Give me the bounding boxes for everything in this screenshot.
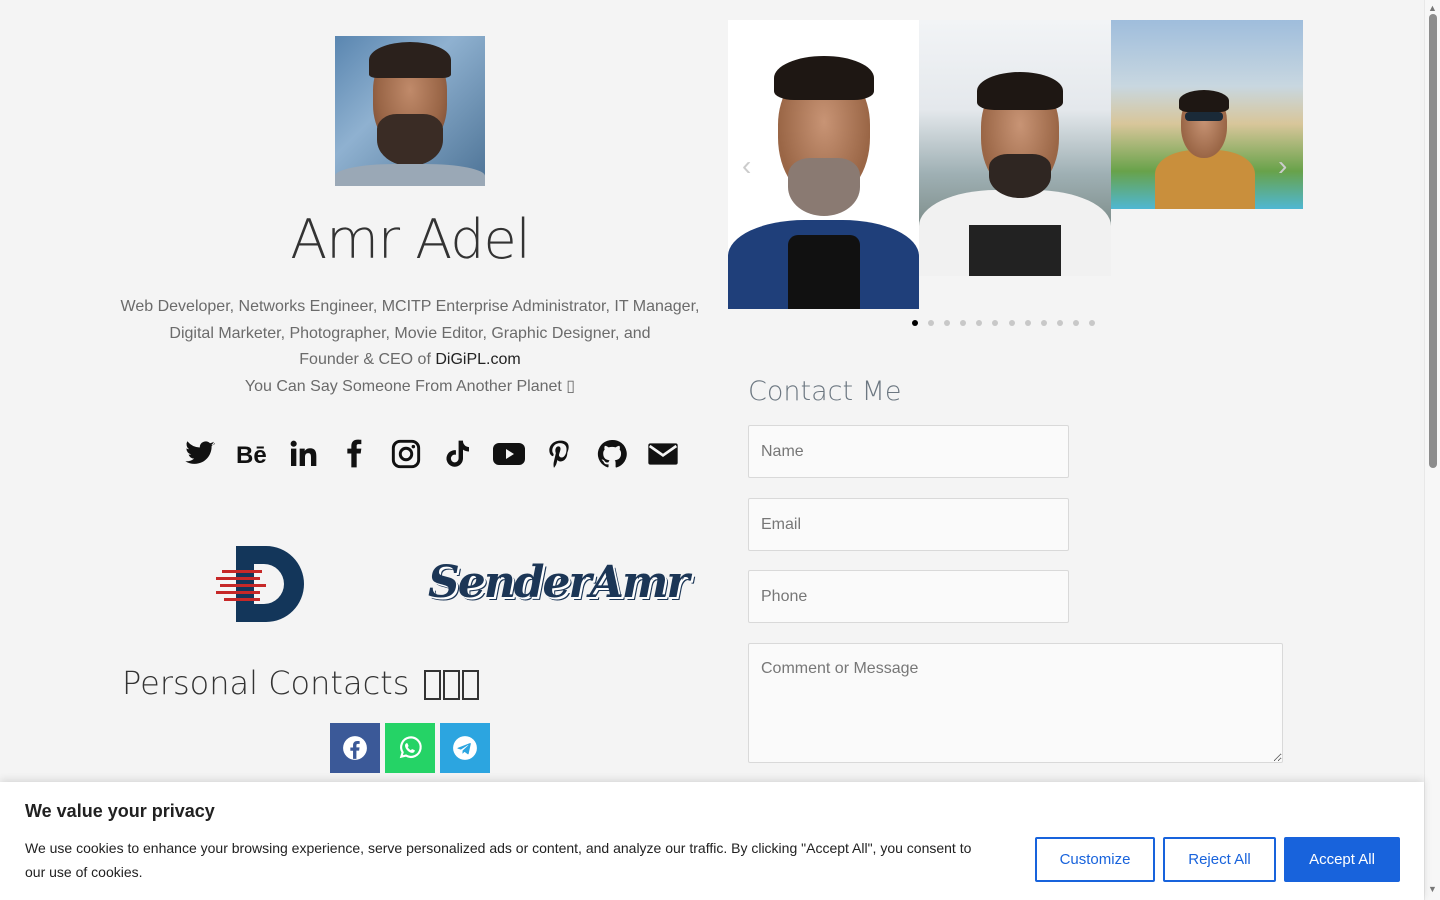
page-scrollbar[interactable]: ▲ ▼	[1424, 0, 1440, 900]
personal-contacts-label: Personal Contacts	[122, 664, 410, 702]
carousel-photo	[919, 20, 1111, 276]
carousel-dot[interactable]	[1040, 320, 1047, 326]
cookie-consent-banner: We value your privacy We use cookies to …	[0, 782, 1424, 900]
telegram-contact-button[interactable]	[440, 723, 490, 773]
digipl-link[interactable]: DiGiPL.com	[435, 351, 520, 368]
phone-field[interactable]	[748, 570, 1069, 623]
whatsapp-icon	[399, 736, 422, 759]
bio-line: Web Developer, Networks Engineer, MCITP …	[120, 298, 700, 315]
personal-contact-buttons	[330, 723, 490, 773]
contact-form-title: Contact Me	[748, 376, 902, 407]
whatsapp-contact-button[interactable]	[385, 723, 435, 773]
carousel-dot[interactable]	[1056, 320, 1063, 326]
carousel-next-arrow[interactable]: ›	[1278, 150, 1287, 182]
social-links: Bē	[174, 434, 689, 474]
carousel-dot[interactable]	[1089, 320, 1096, 326]
bio-line: You Can Say Someone From Another Planet …	[244, 377, 576, 395]
twitter-icon[interactable]	[174, 434, 226, 474]
facebook-icon	[343, 736, 367, 760]
pinterest-icon[interactable]	[535, 434, 587, 474]
carousel-photo	[728, 20, 919, 309]
carousel-dot[interactable]	[1072, 320, 1079, 326]
message-field[interactable]	[748, 643, 1283, 763]
carousel-photo	[1111, 20, 1303, 209]
carousel-dot[interactable]	[1008, 320, 1015, 326]
email-icon[interactable]	[638, 434, 690, 474]
youtube-icon[interactable]	[483, 434, 535, 474]
customize-button[interactable]: Customize	[1035, 837, 1155, 882]
profile-photo	[335, 36, 485, 186]
accept-all-button[interactable]: Accept All	[1284, 837, 1400, 882]
scroll-up-arrow-icon[interactable]: ▲	[1428, 3, 1437, 13]
senderamr-logo[interactable]: SenderAmr	[428, 556, 690, 610]
scrollbar-thumb[interactable]	[1429, 14, 1437, 468]
photo-carousel[interactable]: ‹ ›	[728, 20, 1303, 310]
instagram-icon[interactable]	[380, 434, 432, 474]
personal-contacts-title: Personal Contacts	[122, 664, 479, 702]
facebook-icon[interactable]	[329, 434, 381, 474]
linkedin-icon[interactable]	[277, 434, 329, 474]
cookie-title: We value your privacy	[25, 801, 215, 821]
svg-text:Bē: Bē	[236, 442, 267, 469]
bio-line: Founder & CEO of DiGiPL.com	[120, 347, 700, 374]
emoji-placeholder-icons	[423, 670, 479, 700]
bio-line: Digital Marketer, Photographer, Movie Ed…	[169, 324, 651, 342]
facebook-contact-button[interactable]	[330, 723, 380, 773]
carousel-dot[interactable]	[928, 320, 935, 326]
carousel-dot[interactable]	[944, 320, 951, 326]
tiktok-icon[interactable]	[432, 434, 484, 474]
carousel-pagination	[912, 320, 1096, 326]
profile-bio: Web Developer, Networks Engineer, MCITP …	[120, 294, 700, 400]
cookie-text: We use cookies to enhance your browsing …	[25, 840, 972, 880]
email-field[interactable]	[748, 498, 1069, 551]
behance-icon[interactable]: Bē	[226, 434, 278, 474]
telegram-icon	[453, 736, 477, 760]
github-icon[interactable]	[586, 434, 638, 474]
digipl-logo[interactable]	[216, 546, 316, 622]
reject-all-button[interactable]: Reject All	[1163, 837, 1276, 882]
carousel-dot[interactable]	[960, 320, 967, 326]
carousel-dot[interactable]	[992, 320, 999, 326]
bio-prefix: Founder & CEO of	[299, 351, 431, 368]
name-field[interactable]	[748, 425, 1069, 478]
carousel-dot[interactable]	[912, 320, 918, 326]
profile-name: Amr Adel	[290, 208, 530, 271]
scroll-down-arrow-icon[interactable]: ▼	[1428, 884, 1437, 894]
carousel-dot[interactable]	[1024, 320, 1031, 326]
carousel-prev-arrow[interactable]: ‹	[742, 150, 751, 182]
carousel-dot[interactable]	[976, 320, 983, 326]
